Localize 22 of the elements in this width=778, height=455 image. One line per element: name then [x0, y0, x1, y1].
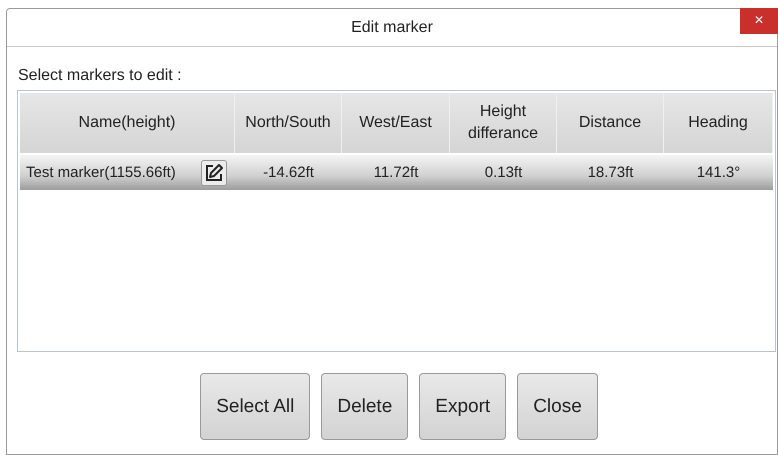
column-header: Heading [664, 93, 773, 153]
column-header: Distance [557, 93, 664, 153]
window-title: Edit marker [351, 18, 433, 36]
dialog-button[interactable]: Close [517, 373, 598, 440]
column-header: Name(height) [20, 93, 235, 153]
table-cell-text: 11.72ft [372, 163, 420, 183]
instruction-label: Select markers to edit : [18, 67, 183, 85]
dialog-button[interactable]: Delete [321, 373, 408, 440]
pencil-icon [204, 162, 224, 182]
table-row[interactable]: Test marker(1155.66ft) -14.62ft 11.72ft 0.13ft 18.73ft 141.3° [20, 155, 773, 190]
column-header: West/East [342, 93, 450, 153]
table-cell: Test marker(1155.66ft) [26, 164, 176, 181]
dialog-button[interactable]: Export [419, 373, 506, 440]
column-header: Height differance [450, 93, 557, 153]
table-cell-text: 18.73ft [586, 163, 634, 183]
table-cell-text: -14.62ft [262, 163, 315, 183]
column-header: North/South [235, 93, 342, 153]
edit-button[interactable] [201, 160, 227, 186]
close-button[interactable]: × [740, 8, 778, 34]
table-cell-text: 0.13ft [484, 163, 524, 183]
table-cell-text: 141.3° [696, 163, 742, 183]
dialog-button[interactable]: Select All [200, 373, 310, 440]
